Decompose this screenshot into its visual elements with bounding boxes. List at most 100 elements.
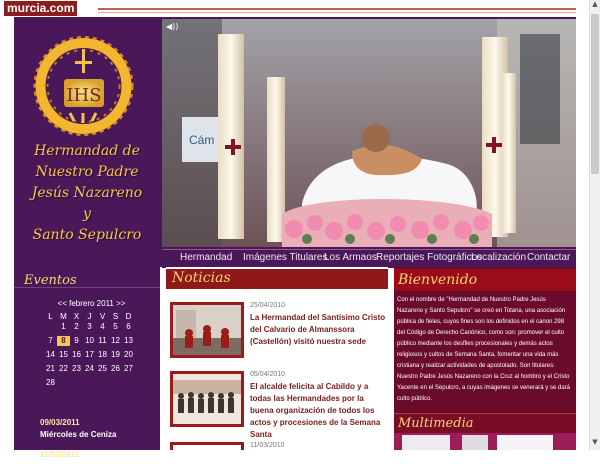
calendar-day[interactable]: 19 xyxy=(109,350,122,360)
brotherhood-title-line-1: Hermandad de xyxy=(34,143,140,159)
brotherhood-title: Hermandad de Nuestro Padre Jesús Nazaren… xyxy=(14,141,160,246)
events-sidebar: Eventos << febrero 2011 >> L M X J V S D… xyxy=(14,267,160,471)
news-title-link[interactable]: La Hermandad del Santísimo Cristo del Ca… xyxy=(250,312,388,348)
calendar-month: febrero 2011 xyxy=(69,299,114,308)
site-header: IHS Hermandad de Nuestro Padre Jesús Naz… xyxy=(14,17,576,268)
news-item[interactable]: 11/03/2010 xyxy=(168,442,388,450)
calendar-day[interactable]: 10 xyxy=(83,336,96,346)
calendar-empty-day xyxy=(44,322,57,332)
calendar-weekday: L xyxy=(48,312,53,321)
nav-item-los-armaos[interactable]: Los Armaos xyxy=(324,252,377,263)
news-thumbnail[interactable] xyxy=(170,371,244,427)
scroll-down-arrow-icon[interactable]: ▼ xyxy=(590,438,600,450)
calendar-day[interactable]: 27 xyxy=(122,364,135,374)
calendar-day[interactable]: 3 xyxy=(83,322,96,332)
news-date: 11/03/2010 xyxy=(250,442,285,449)
svg-text:Cám: Cám xyxy=(189,133,214,147)
calendar-day[interactable]: 14 xyxy=(44,350,57,360)
nav-item-hermandad[interactable]: Hermandad xyxy=(180,252,232,263)
calendar-day[interactable]: 17 xyxy=(83,350,96,360)
calendar-day[interactable]: 21 xyxy=(44,364,57,374)
welcome-heading: Bienvenido xyxy=(398,272,478,288)
calendar-header: << febrero 2011 >> xyxy=(44,299,139,308)
brotherhood-title-line-5: Santo Sepulcro xyxy=(32,227,142,243)
calendar-weekday: S xyxy=(112,312,119,321)
calendar-day[interactable]: 18 xyxy=(96,350,109,360)
procession-photo-image: Cám xyxy=(162,19,576,247)
calendar-day[interactable]: 7 xyxy=(44,336,57,346)
news-date: 05/04/2010 xyxy=(250,371,286,378)
calendar-weekday: M xyxy=(60,312,67,321)
scroll-up-arrow-icon[interactable]: ▲ xyxy=(590,0,600,12)
news-title-link[interactable]: El alcalde felicita al Cabildo y a todas… xyxy=(250,381,388,441)
speaker-icon[interactable]: ◀)) xyxy=(166,22,178,31)
news-item[interactable]: 05/04/2010 El alcalde felicita al Cabild… xyxy=(168,371,388,439)
brand-divider-thin xyxy=(98,12,576,13)
nav-item-reportajes-fotograficos[interactable]: Reportajes Fotográficos xyxy=(376,252,482,263)
site-brand-link[interactable]: murcia.com xyxy=(4,1,78,16)
nav-item-contactar[interactable]: Contactar xyxy=(527,252,570,263)
calendar-day[interactable]: 26 xyxy=(109,364,122,374)
calendar-day[interactable]: 28 xyxy=(44,378,57,388)
calendar-day[interactable]: 16 xyxy=(70,350,83,360)
event-title: Sangre Cofrade, xyxy=(40,462,102,471)
calendar-weekday: J xyxy=(87,312,92,321)
multimedia-heading-bar: Multimedia xyxy=(394,413,576,434)
event-date: 09/03/2011 xyxy=(40,418,80,427)
calendar-weekday: X xyxy=(73,312,80,321)
page-scrollbar[interactable]: ▲ ▼ xyxy=(589,0,600,450)
calendar-day[interactable]: 15 xyxy=(57,350,70,360)
header-photo: Cám xyxy=(162,19,576,247)
scroll-thumb[interactable] xyxy=(591,14,599,174)
multimedia-preview[interactable] xyxy=(394,433,576,450)
events-heading: Eventos xyxy=(24,273,77,288)
event-item[interactable]: 09/03/2011 Miércoles de Ceniza xyxy=(40,417,158,441)
events-heading-divider xyxy=(14,287,160,288)
calendar-day[interactable]: 1 xyxy=(57,322,70,332)
brotherhood-title-line-2: Nuestro Padre xyxy=(35,164,139,180)
calendar-day[interactable]: 5 xyxy=(109,322,122,332)
calendar-day[interactable]: 23 xyxy=(70,364,83,374)
calendar-weekday: V xyxy=(99,312,106,321)
calendar-day[interactable]: 13 xyxy=(122,336,135,346)
calendar-day[interactable]: 24 xyxy=(83,364,96,374)
news-heading-bar: Noticias xyxy=(166,269,388,289)
page-content: IHS Hermandad de Nuestro Padre Jesús Naz… xyxy=(14,17,590,471)
news-heading: Noticias xyxy=(172,270,231,286)
ihs-crown-of-thorns-icon: IHS xyxy=(33,36,134,136)
calendar-prev-link[interactable]: << xyxy=(58,299,67,308)
calendar-day[interactable]: 2 xyxy=(70,322,83,332)
top-bar: murcia.com xyxy=(0,0,590,17)
welcome-text: Con el nombre de "Hermandad de Nuestro P… xyxy=(397,297,570,402)
calendar-day[interactable]: 25 xyxy=(96,364,109,374)
nav-item-localizacion[interactable]: Localización xyxy=(471,252,526,263)
welcome-heading-bar: Bienvenido xyxy=(394,269,576,291)
calendar-day[interactable]: 22 xyxy=(57,364,70,374)
calendar-weekday: D xyxy=(125,312,132,321)
welcome-section: Bienvenido Con el nombre de "Hermandad d… xyxy=(394,267,576,450)
calendar-day[interactable]: 6 xyxy=(122,322,135,332)
brotherhood-title-line-3: Jesús Nazareno xyxy=(31,185,143,201)
svg-text:IHS: IHS xyxy=(66,85,101,106)
news-section: Noticias 25/04/2010 La Hermandad del San… xyxy=(166,267,388,450)
calendar-day[interactable]: 20 xyxy=(122,350,135,360)
calendar-day[interactable]: 4 xyxy=(96,322,109,332)
calendar-day[interactable]: 9 xyxy=(70,336,83,346)
calendar-next-link[interactable]: >> xyxy=(116,299,125,308)
news-date: 25/04/2010 xyxy=(250,302,286,309)
main-navigation: Hermandad Imágenes Titulares Los Armaos … xyxy=(162,249,576,268)
news-thumbnail[interactable] xyxy=(170,302,244,358)
calendar-weekdays: L M X J V S D xyxy=(44,312,139,322)
nav-item-imagenes-titulares[interactable]: Imágenes Titulares xyxy=(243,252,328,263)
event-list: 09/03/2011 Miércoles de Ceniza 11/03/201… xyxy=(40,417,158,473)
news-thumbnail[interactable] xyxy=(170,442,244,450)
multimedia-heading: Multimedia xyxy=(398,416,474,431)
events-calendar: << febrero 2011 >> L M X J V S D 1234567… xyxy=(44,299,139,388)
calendar-days: 1 2 3 4 5 6 7 8 9 10 11 12 13 14 15 16 17 18 19 20 21 22 23 24 2… xyxy=(44,322,139,388)
event-item[interactable]: 11/03/2011 Sangre Cofrade, xyxy=(40,449,158,473)
event-date: 11/03/2011 xyxy=(40,450,80,459)
news-item[interactable]: 25/04/2010 La Hermandad del Santísimo Cr… xyxy=(168,302,388,368)
calendar-day[interactable]: 11 xyxy=(96,336,109,346)
calendar-day[interactable]: 8 xyxy=(57,336,70,346)
calendar-day[interactable]: 12 xyxy=(109,336,122,346)
